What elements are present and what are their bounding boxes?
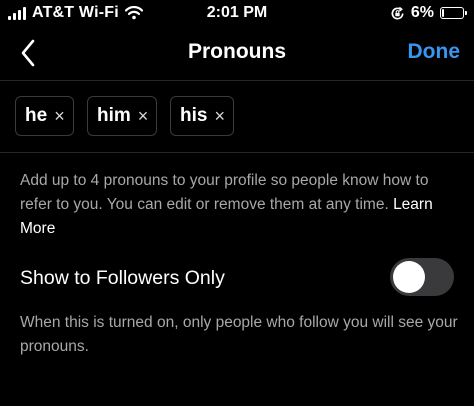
followers-only-label: Show to Followers Only [20,267,225,289]
pronoun-chips: he × him × his × [0,81,474,153]
status-right: 6% [390,4,467,22]
followers-only-toggle[interactable] [390,258,454,296]
close-icon[interactable]: × [214,107,225,125]
orientation-lock-icon [391,6,404,19]
pronoun-chip-label: he [25,105,48,126]
pronoun-chip-label: him [97,105,131,126]
battery-icon [440,7,467,19]
pronoun-chip-label: his [180,105,208,126]
close-icon[interactable]: × [54,107,65,125]
description-text: Add up to 4 pronouns to your profile so … [20,172,429,213]
navigation-bar: Pronouns Done [0,28,474,81]
toggle-knob [393,261,425,293]
status-bar: AT&T Wi-Fi 2:01 PM 6% [0,0,474,28]
battery-percent: 6% [410,4,434,21]
pronouns-description: Add up to 4 pronouns to your profile so … [20,169,460,241]
followers-only-row: Show to Followers Only [20,258,454,298]
pronoun-chip-his[interactable]: his × [170,96,234,136]
done-button[interactable]: Done [408,40,461,64]
pronoun-chip-he[interactable]: he × [15,96,74,136]
battery-level-fill [442,9,444,17]
close-icon[interactable]: × [138,107,149,125]
pronoun-chip-him[interactable]: him × [87,96,158,136]
page-title: Pronouns [188,40,286,63]
followers-only-caption: When this is turned on, only people who … [20,314,458,355]
